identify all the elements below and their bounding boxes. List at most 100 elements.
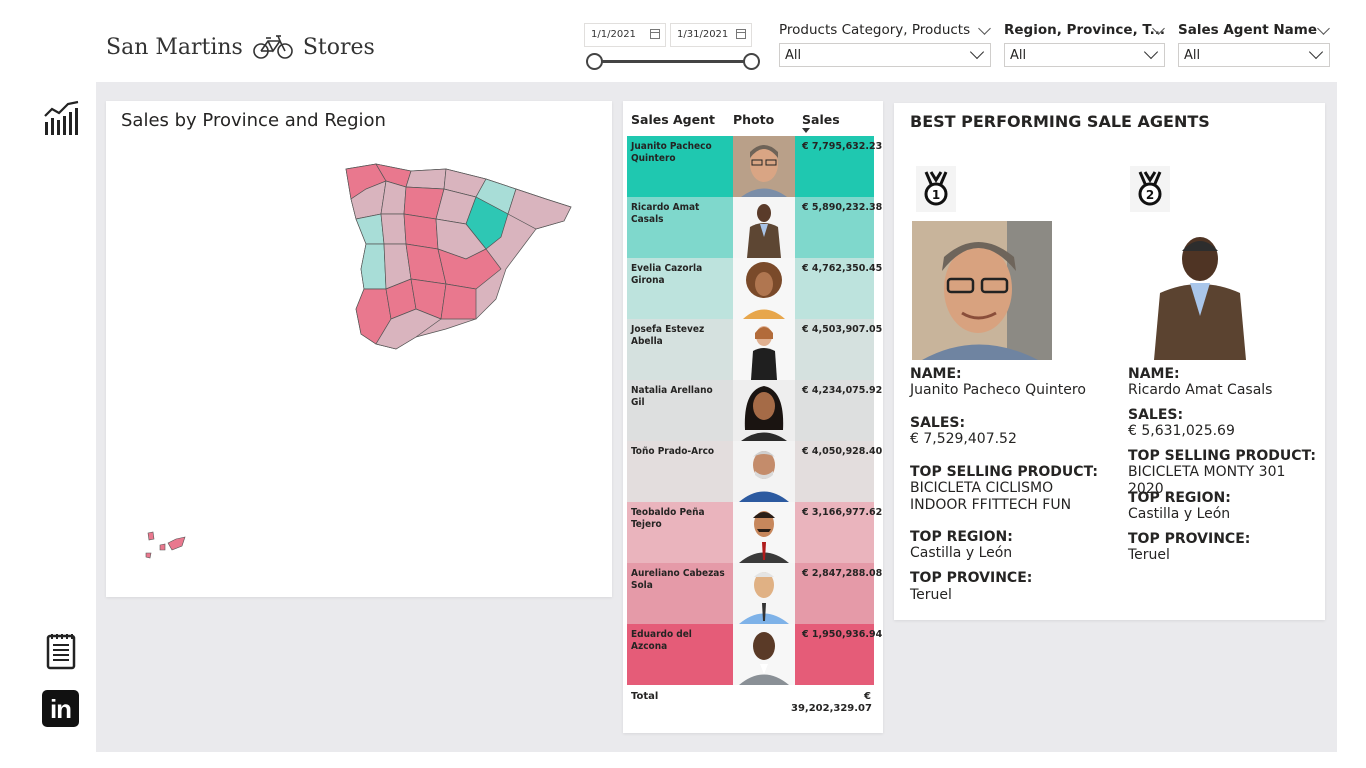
agent-photo: [733, 136, 795, 197]
agent-filter-label: Sales Agent Name: [1178, 22, 1318, 38]
column-header-agent[interactable]: Sales Agent: [631, 112, 715, 127]
brand-logo: San Martins Stores: [106, 34, 375, 60]
agent-2-sales: € 5,631,025.69: [1128, 423, 1235, 439]
agent-sales-cell: € 4,503,907.05: [795, 319, 882, 380]
best-agents-title: BEST PERFORMING SALE AGENTS: [910, 112, 1210, 131]
chevron-down-icon[interactable]: [1143, 44, 1159, 60]
products-filter-label: Products Category, Products: [779, 22, 971, 38]
agent-name-cell: Juanito Pacheco Quintero: [627, 136, 733, 197]
date-slider-start-handle[interactable]: [586, 53, 603, 70]
agent-name-cell: Eduardo del Azcona: [627, 624, 733, 685]
notes-icon[interactable]: [42, 632, 80, 670]
map-title: Sales by Province and Region: [121, 110, 386, 131]
products-filter-select[interactable]: All: [779, 43, 991, 67]
table-row[interactable]: Toño Prado-Arco € 4,050,928.40: [627, 441, 882, 502]
region-filter-select[interactable]: All: [1004, 43, 1165, 67]
agent-1-name: Juanito Pacheco Quintero: [910, 382, 1086, 398]
agent-photo: [733, 563, 795, 624]
table-row[interactable]: Ricardo Amat Casals € 5,890,232.38: [627, 197, 882, 258]
spain-map[interactable]: [336, 159, 576, 359]
table-row[interactable]: Aureliano Cabezas Sola € 2,847,288.08: [627, 563, 882, 624]
agent-name-cell: Teobaldo Peña Tejero: [627, 502, 733, 563]
total-label: Total: [631, 691, 659, 702]
linkedin-icon[interactable]: in: [42, 690, 79, 727]
agent-sales-cell: € 7,795,632.23: [795, 136, 882, 197]
chevron-down-icon[interactable]: [969, 44, 985, 60]
region-filter-label: Region, Province, T...: [1004, 22, 1165, 38]
region-filter[interactable]: Region, Province, T... All: [1004, 18, 1165, 68]
total-value: € 39,202,329.07: [791, 691, 872, 714]
agent-2-top-province-label: TOP PROVINCE:: [1128, 531, 1251, 547]
agent-1-top-product: BICICLETA CICLISMO INDOOR FFITTECH FUN: [910, 480, 1072, 513]
left-navigation: in: [0, 0, 96, 768]
medal-rank: 1: [932, 188, 940, 202]
agent-photo: [733, 319, 795, 380]
table-row[interactable]: Evelia Cazorla Girona € 4,762,350.45: [627, 258, 882, 319]
bicycle-icon: [253, 35, 293, 59]
agent-name-cell: Natalia Arellano Gil: [627, 380, 733, 441]
agent-photo: [733, 380, 795, 441]
agent-1-sales-label: SALES:: [910, 415, 966, 431]
agent-sales-cell: € 5,890,232.38: [795, 197, 882, 258]
agent-photo: [733, 502, 795, 563]
second-place-medal-icon: 2: [1130, 166, 1170, 212]
agent-2-top-region-label: TOP REGION:: [1128, 490, 1231, 506]
calendar-icon[interactable]: [650, 29, 660, 39]
best-agents-card: BEST PERFORMING SALE AGENTS 1 2 NAME: Ju…: [894, 103, 1325, 620]
agent-2-top-region: Castilla y León: [1128, 506, 1231, 522]
date-slider-end-handle[interactable]: [743, 53, 760, 70]
agent-name-cell: Aureliano Cabezas Sola: [627, 563, 733, 624]
agent-photo: [733, 624, 795, 685]
chart-icon[interactable]: [42, 100, 80, 138]
agent-photo: [733, 441, 795, 502]
top-agent-1-photo: [912, 221, 1052, 360]
agent-name-cell: Evelia Cazorla Girona: [627, 258, 733, 319]
sort-descending-icon[interactable]: [802, 128, 810, 133]
agent-1-name-label: NAME:: [910, 366, 962, 382]
agent-1-top-province-label: TOP PROVINCE:: [910, 570, 1033, 586]
agent-1-top-region: Castilla y León: [910, 545, 1013, 561]
agent-2-sales-label: SALES:: [1128, 407, 1184, 423]
date-end-input[interactable]: 1/31/2021: [670, 23, 752, 47]
table-row[interactable]: Natalia Arellano Gil € 4,234,075.92: [627, 380, 882, 441]
agent-filter-select[interactable]: All: [1178, 43, 1330, 67]
table-row[interactable]: Teobaldo Peña Tejero € 3,166,977.62: [627, 502, 882, 563]
table-row[interactable]: Juanito Pacheco Quintero € 7,795,632.23: [627, 136, 882, 197]
agent-2-top-product-label: TOP SELLING PRODUCT:: [1128, 448, 1316, 464]
agent-photo: [733, 258, 795, 319]
column-header-sales[interactable]: Sales: [802, 112, 840, 127]
table-row[interactable]: Eduardo del Azcona € 1,950,936.94: [627, 624, 882, 685]
first-place-medal-icon: 1: [916, 166, 956, 212]
bottom-strip: [0, 752, 1366, 768]
agent-2-name-label: NAME:: [1128, 366, 1180, 382]
agent-filter[interactable]: Sales Agent Name All: [1178, 18, 1330, 68]
brand-name-left: San Martins: [106, 34, 243, 60]
agent-sales-cell: € 3,166,977.62: [795, 502, 882, 563]
agent-1-top-region-label: TOP REGION:: [910, 529, 1013, 545]
agent-sales-cell: € 2,847,288.08: [795, 563, 882, 624]
canary-islands-map[interactable]: [144, 529, 194, 565]
map-visual[interactable]: Sales by Province and Region: [106, 101, 612, 597]
agent-sales-cell: € 4,050,928.40: [795, 441, 882, 502]
agent-name-cell: Josefa Estevez Abella: [627, 319, 733, 380]
brand-name-right: Stores: [302, 34, 375, 60]
agent-1-top-province: Teruel: [910, 587, 952, 603]
top-agent-2-photo: [1130, 221, 1270, 360]
chevron-down-icon[interactable]: [1308, 44, 1324, 60]
date-start-input[interactable]: 1/1/2021: [584, 23, 666, 47]
calendar-icon[interactable]: [736, 29, 746, 39]
agent-sales-cell: € 4,234,075.92: [795, 380, 882, 441]
date-range-slider[interactable]: [595, 60, 752, 63]
agent-sales-cell: € 4,762,350.45: [795, 258, 882, 319]
agent-2-top-province: Teruel: [1128, 547, 1170, 563]
agent-2-name: Ricardo Amat Casals: [1128, 382, 1273, 398]
sales-agent-table[interactable]: Sales Agent Photo Sales Juanito Pacheco …: [623, 101, 883, 733]
agent-name-cell: Toño Prado-Arco: [627, 441, 733, 502]
agent-1-top-product-label: TOP SELLING PRODUCT:: [910, 464, 1098, 480]
products-filter[interactable]: Products Category, Products All: [779, 18, 991, 68]
agent-1-sales: € 7,529,407.52: [910, 431, 1017, 447]
agent-name-cell: Ricardo Amat Casals: [627, 197, 733, 258]
table-row[interactable]: Josefa Estevez Abella € 4,503,907.05: [627, 319, 882, 380]
column-header-photo[interactable]: Photo: [733, 112, 774, 127]
medal-rank: 2: [1146, 188, 1154, 202]
